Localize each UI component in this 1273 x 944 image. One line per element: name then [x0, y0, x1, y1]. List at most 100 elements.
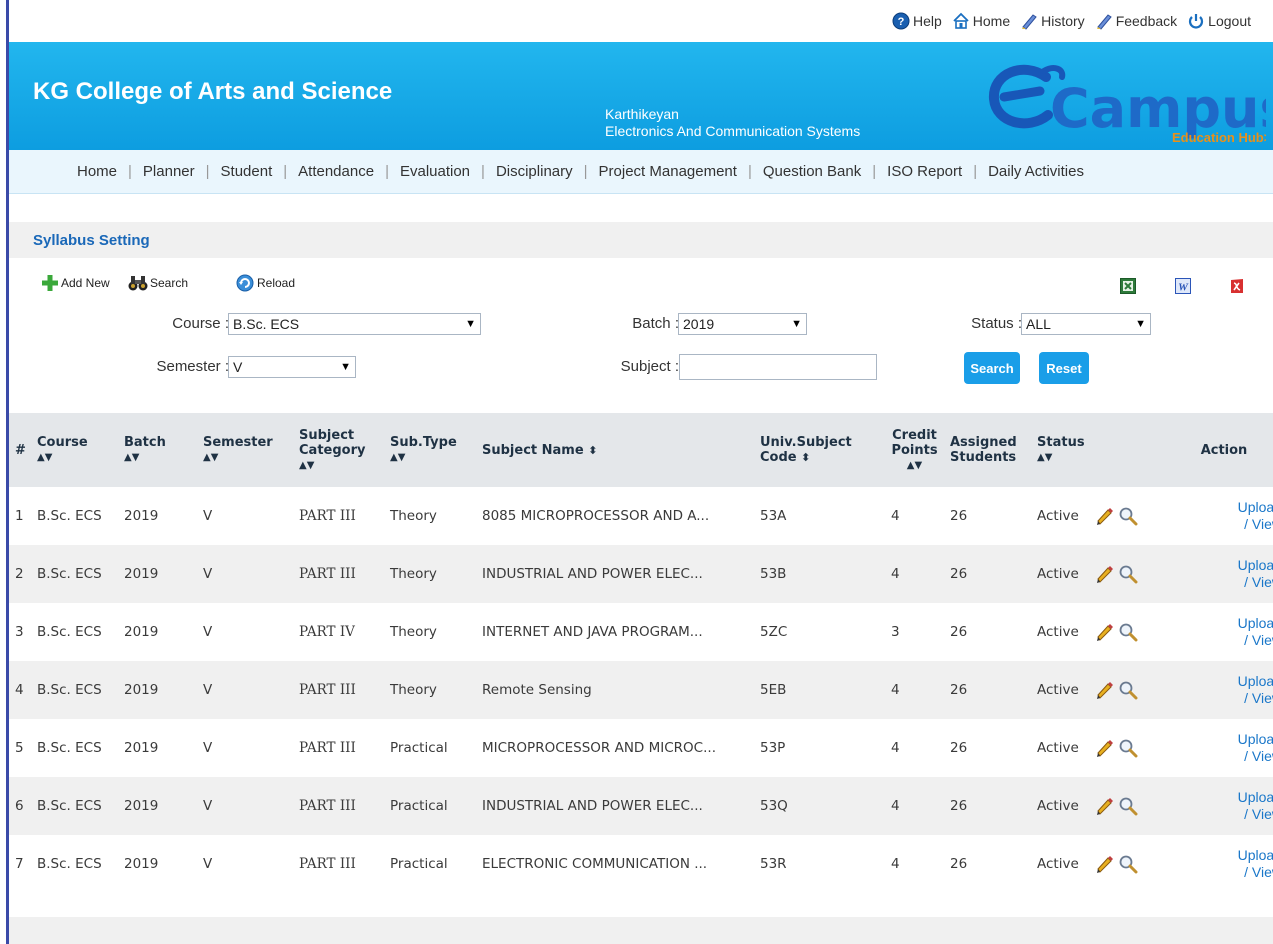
view-icon[interactable]	[1118, 564, 1138, 584]
edit-icon[interactable]	[1094, 564, 1114, 584]
logo-tagline: Education Hub>	[1172, 130, 1266, 143]
cell-subtype: Practical	[390, 798, 448, 814]
home-label: Home	[972, 13, 1011, 29]
college-name: KG College of Arts and Science	[33, 78, 393, 105]
nav-iso-report[interactable]: ISO Report	[887, 163, 962, 180]
pdf-export-icon[interactable]	[1229, 278, 1245, 294]
nav-daily-activities[interactable]: Daily Activities	[988, 163, 1084, 180]
history-link[interactable]: History	[1020, 12, 1085, 30]
cell-batch: 2019	[124, 624, 159, 640]
help-link[interactable]: ? Help	[892, 12, 942, 30]
nav-question-bank[interactable]: Question Bank	[763, 163, 861, 180]
upload-view-link[interactable]: Upload/ View	[1162, 487, 1273, 545]
upload-view-link[interactable]: Upload/ View	[1162, 835, 1273, 893]
cell-semester: V	[203, 682, 213, 698]
excel-export-icon[interactable]	[1120, 278, 1136, 294]
col-status[interactable]: Status ▲▼	[1033, 413, 1094, 487]
edit-icon[interactable]	[1094, 796, 1114, 816]
sort-icon: ▲▼	[299, 459, 315, 471]
search-button[interactable]: Search	[964, 352, 1020, 384]
reset-button[interactable]: Reset	[1039, 352, 1089, 384]
col-subject-name[interactable]: Subject Name ⬍	[478, 413, 756, 487]
cell-course: B.Sc. ECS	[37, 566, 102, 582]
upload-view-link[interactable]: Upload/ View	[1162, 545, 1273, 603]
edit-icon[interactable]	[1094, 738, 1114, 758]
user-department: Electronics And Communication Systems	[605, 123, 861, 139]
cell-status: Active	[1037, 624, 1079, 640]
upload-view-link[interactable]: Upload/ View	[1162, 661, 1273, 719]
word-export-icon[interactable]: W	[1175, 278, 1191, 294]
nav-evaluation[interactable]: Evaluation	[400, 163, 470, 180]
status-select[interactable]: ALL ▼	[1021, 313, 1151, 335]
view-icon[interactable]	[1118, 854, 1138, 874]
edit-icon[interactable]	[1094, 622, 1114, 642]
col-course[interactable]: Course ▲▼	[33, 413, 120, 487]
svg-text:?: ?	[898, 16, 905, 28]
col-subject-category[interactable]: Subject Category ▲▼	[295, 413, 386, 487]
home-link[interactable]: Home	[952, 12, 1010, 30]
nav-attendance[interactable]: Attendance	[298, 163, 374, 180]
subject-input[interactable]	[679, 354, 877, 380]
nav-project-management[interactable]: Project Management	[599, 163, 737, 180]
add-new-button[interactable]: Add New	[41, 274, 110, 292]
col-univ-subject-code[interactable]: Univ.Subject Code ⬍	[756, 413, 883, 487]
cell-actions	[1094, 661, 1162, 719]
logout-link[interactable]: Logout	[1187, 12, 1251, 30]
page: ? Help Home History Feedback Logout KG C…	[6, 0, 1273, 944]
user-name: Karthikeyan	[605, 106, 679, 122]
cell-semester: V	[203, 624, 213, 640]
cell-subtype: Practical	[390, 856, 448, 872]
cell-category: PART III	[299, 856, 356, 872]
view-icon[interactable]	[1118, 738, 1138, 758]
cell-subject-name: 8085 MICROPROCESSOR AND A...	[482, 508, 710, 524]
reload-button[interactable]: Reload	[235, 274, 295, 292]
col-credit-points[interactable]: Credit Points ▲▼	[883, 413, 946, 487]
cell-assigned: 26	[950, 798, 968, 814]
cell-semester: V	[203, 508, 213, 524]
course-select[interactable]: B.Sc. ECS ▼	[228, 313, 481, 335]
col-batch[interactable]: Batch ▲▼	[120, 413, 199, 487]
page-title: Syllabus Setting	[33, 231, 150, 249]
cell-course: B.Sc. ECS	[37, 798, 102, 814]
batch-select[interactable]: 2019 ▼	[678, 313, 807, 335]
col-action-spacer	[1094, 413, 1162, 487]
semester-select[interactable]: V ▼	[228, 356, 356, 378]
edit-icon[interactable]	[1094, 680, 1114, 700]
top-links-bar: ? Help Home History Feedback Logout	[9, 0, 1273, 42]
semester-label: Semester :	[156, 358, 229, 375]
col-sub-type[interactable]: Sub.Type ▲▼	[386, 413, 478, 487]
upload-view-link[interactable]: Upload/ View	[1162, 777, 1273, 835]
course-select-value: B.Sc. ECS	[233, 316, 300, 332]
cell-category: PART III	[299, 740, 356, 756]
upload-view-link[interactable]: Upload/ View	[1162, 603, 1273, 661]
user-info: Karthikeyan Electronics And Communicatio…	[605, 106, 860, 140]
nav-planner[interactable]: Planner	[143, 163, 195, 180]
view-icon[interactable]	[1118, 622, 1138, 642]
svg-text:W: W	[1178, 282, 1189, 294]
cell-num: 2	[15, 566, 24, 582]
cell-status: Active	[1037, 740, 1079, 756]
table-header-row: # Course ▲▼ Batch ▲▼ Semester ▲▼ Subject Cat…	[9, 413, 1273, 487]
history-icon	[1022, 14, 1037, 30]
cell-actions	[1094, 719, 1162, 777]
cell-credit: 4	[891, 508, 900, 524]
cell-semester: V	[203, 566, 213, 582]
cell-credit: 3	[891, 624, 900, 640]
view-icon[interactable]	[1118, 506, 1138, 526]
sort-icon: ⬍	[588, 443, 598, 457]
edit-icon[interactable]	[1094, 854, 1114, 874]
cell-code: 5EB	[760, 682, 787, 698]
upload-view-link[interactable]: Upload/ View	[1162, 719, 1273, 777]
footer-bar	[9, 917, 1273, 944]
table-row: 5 B.Sc. ECS 2019 V PART III Practical MICROPRO…	[9, 719, 1273, 777]
cell-credit: 4	[891, 856, 900, 872]
view-icon[interactable]	[1118, 680, 1138, 700]
feedback-link[interactable]: Feedback	[1095, 12, 1177, 30]
col-semester[interactable]: Semester ▲▼	[199, 413, 295, 487]
nav-home[interactable]: Home	[77, 163, 117, 180]
edit-icon[interactable]	[1094, 506, 1114, 526]
search-toolbar-button[interactable]: Search	[128, 274, 188, 292]
nav-student[interactable]: Student	[221, 163, 273, 180]
view-icon[interactable]	[1118, 796, 1138, 816]
nav-disciplinary[interactable]: Disciplinary	[496, 163, 573, 180]
